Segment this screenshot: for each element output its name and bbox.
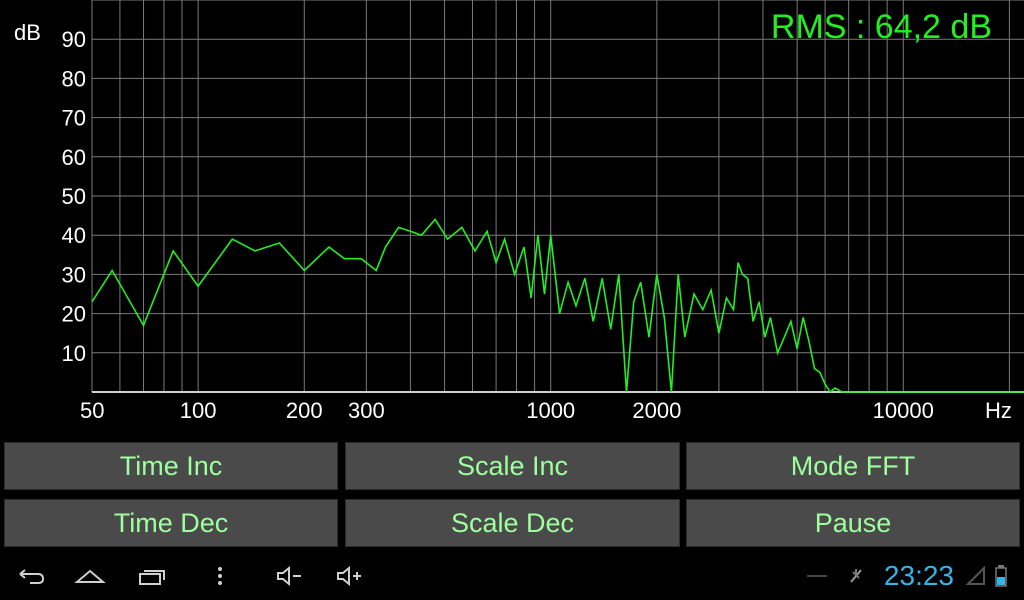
x-axis-unit: Hz <box>985 398 1012 423</box>
y-tick-label: 90 <box>62 27 86 52</box>
time-dec-button[interactable]: Time Dec <box>4 499 338 547</box>
x-tick-label: 1000 <box>526 398 575 423</box>
pause-button[interactable]: Pause <box>686 499 1020 547</box>
home-icon[interactable] <box>72 560 108 592</box>
plot-grid <box>91 0 1024 392</box>
x-tick-label: 2000 <box>632 398 681 423</box>
rms-readout: RMS : 64,2 dB <box>771 8 992 46</box>
x-tick-label: 200 <box>286 398 323 423</box>
y-tick-label: 10 <box>62 341 86 366</box>
scale-dec-button[interactable]: Scale Dec <box>345 499 680 547</box>
time-inc-button[interactable]: Time Inc <box>4 442 338 490</box>
y-axis-unit: dB <box>14 20 41 45</box>
wifi-off-icon <box>806 560 828 592</box>
status-clock: 23:23 <box>883 560 954 591</box>
control-panel: Time Inc Scale Inc Mode FFT Time Dec Sca… <box>0 440 1024 552</box>
y-tick-label: 70 <box>62 106 86 131</box>
x-tick-label: 100 <box>180 398 217 423</box>
y-tick-labels: 10 20 30 40 50 60 70 80 90 <box>62 27 86 366</box>
recent-apps-icon[interactable] <box>134 560 168 592</box>
y-tick-label: 80 <box>62 66 86 91</box>
scale-inc-button[interactable]: Scale Inc <box>345 442 680 490</box>
battery-icon <box>994 560 1008 592</box>
menu-icon[interactable] <box>210 560 230 592</box>
back-icon[interactable] <box>14 560 48 592</box>
no-signal-icon <box>846 560 866 592</box>
x-tick-labels: 50 100 200 300 1000 2000 10000 <box>80 398 934 423</box>
y-tick-label: 60 <box>62 145 86 170</box>
y-tick-label: 30 <box>62 262 86 287</box>
y-tick-label: 50 <box>62 184 86 209</box>
x-tick-label: 10000 <box>873 398 934 423</box>
y-tick-label: 40 <box>62 223 86 248</box>
spectrum-plot: 10 20 30 40 50 60 70 80 90 50 100 200 300 1000 2000 10… <box>14 0 1024 423</box>
x-tick-label: 50 <box>80 398 104 423</box>
x-tick-label: 300 <box>348 398 385 423</box>
signal-strength-icon <box>966 560 986 592</box>
spectrum-trace <box>91 218 1024 394</box>
volume-down-icon[interactable] <box>274 560 304 592</box>
mode-fft-button[interactable]: Mode FFT <box>686 442 1020 490</box>
system-navigation-bar: 23:23 <box>0 552 1024 600</box>
y-tick-label: 20 <box>62 302 86 327</box>
volume-up-icon[interactable] <box>334 560 364 592</box>
